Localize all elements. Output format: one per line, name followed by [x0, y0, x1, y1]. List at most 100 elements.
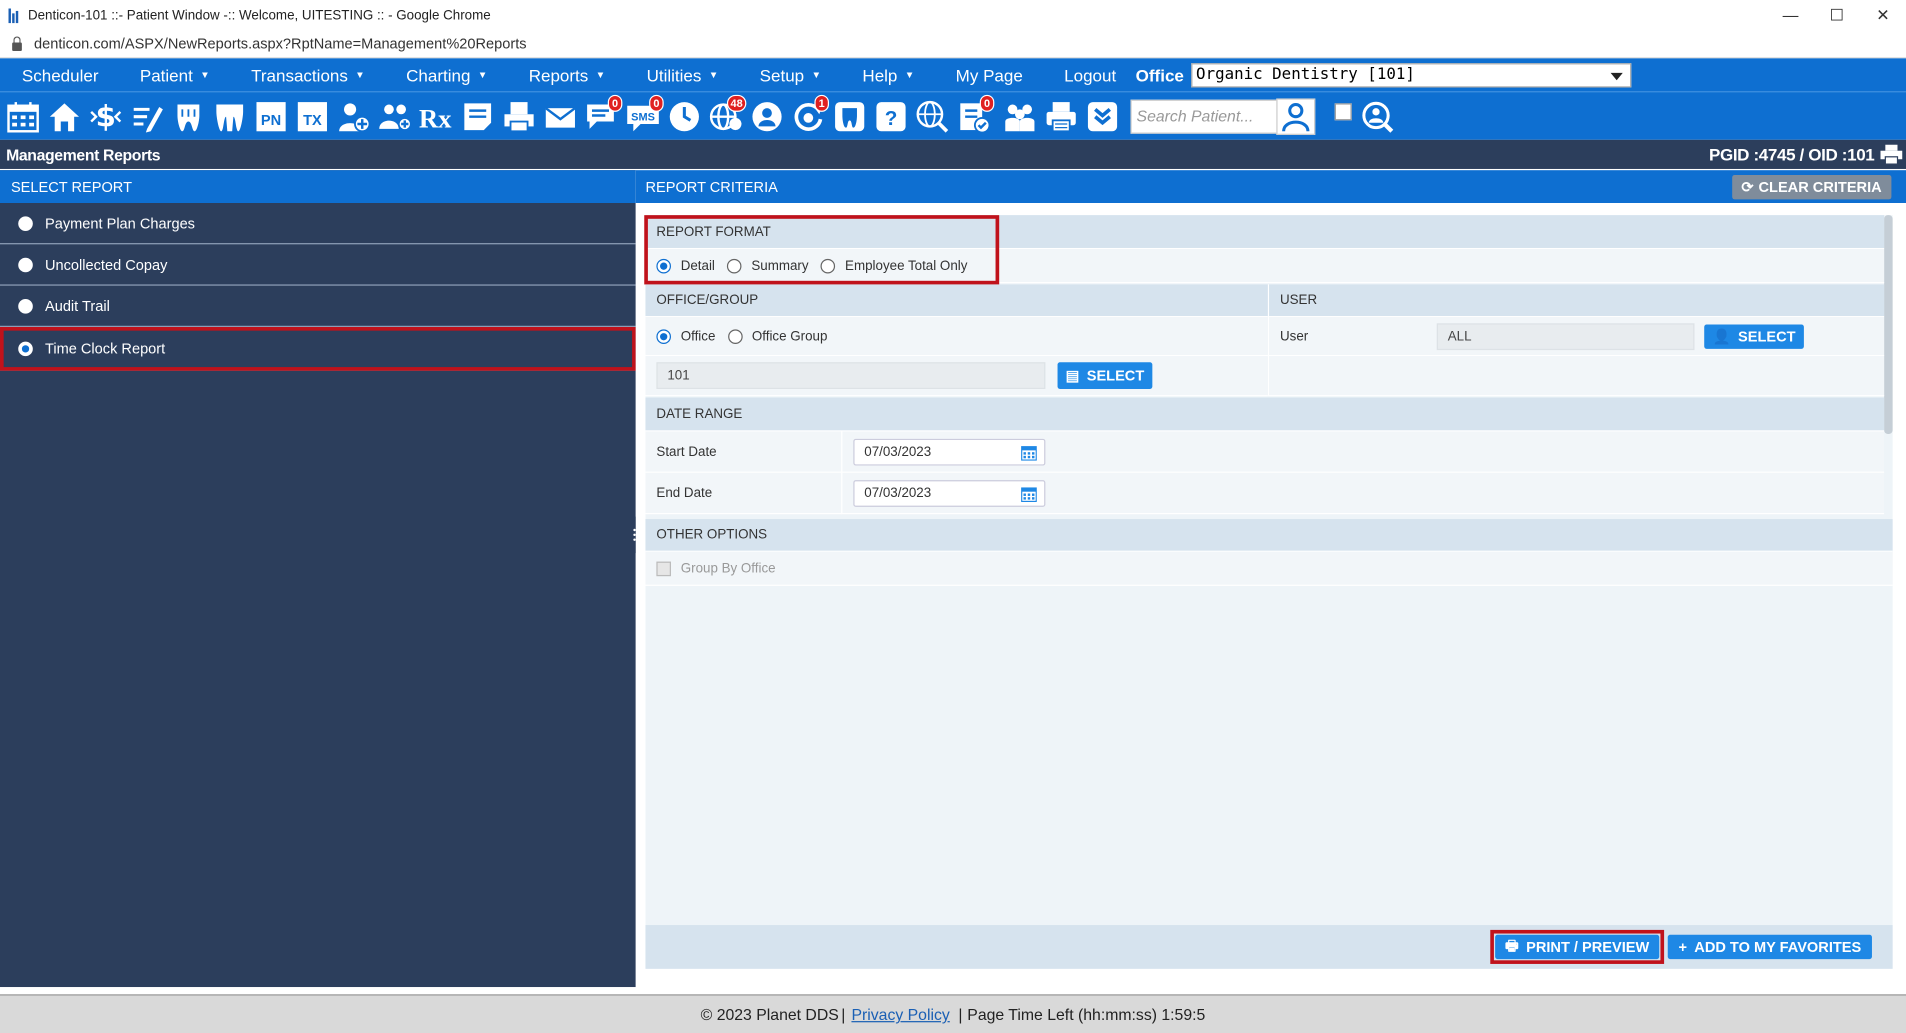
window-titlebar: Denticon-101 ::- Patient Window -:: Welc… [0, 0, 1906, 31]
format-summary-option[interactable]: Summary [727, 258, 809, 273]
page-footer: © 2023 Planet DDS | Privacy Policy | Pag… [0, 994, 1906, 1033]
calendar-icon[interactable] [5, 97, 41, 136]
radio-icon[interactable] [727, 258, 742, 273]
report-item-time-clock-report[interactable]: Time Clock Report [0, 326, 636, 371]
menu-label: Logout [1064, 65, 1117, 85]
people-icon[interactable] [1002, 97, 1038, 136]
globe-search-icon[interactable] [914, 97, 950, 136]
toolbar-checkbox[interactable] [1334, 103, 1352, 121]
office-value-field[interactable]: 101 [656, 362, 1046, 389]
office-option[interactable]: Office [656, 328, 716, 344]
start-date-row: Start Date 07/03/2023 [645, 430, 1885, 473]
scrollbar[interactable] [1884, 215, 1893, 434]
clear-criteria-button[interactable]: ⟳ CLEAR CRITERIA [1731, 175, 1892, 200]
office-select-button[interactable]: ▤ SELECT [1057, 362, 1153, 389]
maximize-button[interactable]: ☐ [1814, 0, 1860, 30]
start-date-input[interactable]: 07/03/2023 [853, 438, 1046, 465]
teeth-icon[interactable] [212, 97, 248, 136]
radio-icon[interactable] [18, 340, 33, 356]
option-label: Office [680, 328, 716, 344]
url-text[interactable]: denticon.com/ASPX/NewReports.aspx?RptNam… [34, 35, 527, 52]
user-value-field[interactable]: ALL [1436, 322, 1695, 350]
calendar-icon[interactable] [1021, 486, 1037, 502]
add-to-favorites-label: ADD TO MY FAVORITES [1694, 938, 1862, 956]
menu-charting[interactable]: Charting ▼ [384, 65, 487, 84]
radio-icon[interactable] [656, 258, 671, 273]
close-window-button[interactable]: ✕ [1860, 0, 1906, 30]
address-bar[interactable]: denticon.com/ASPX/NewReports.aspx?RptNam… [0, 30, 1906, 59]
refresh-alert-icon[interactable]: 1 [790, 94, 830, 136]
menu-patient[interactable]: Patient ▼ [118, 65, 210, 84]
menu-my-page[interactable]: My Page [934, 65, 1023, 84]
radio-icon[interactable] [820, 258, 836, 273]
select-label: SELECT [1738, 327, 1796, 345]
clock-icon[interactable] [666, 97, 702, 136]
window-title: Denticon-101 ::- Patient Window -:: Welc… [27, 7, 491, 23]
family-icon[interactable] [377, 97, 413, 136]
privacy-policy-link[interactable]: Privacy Policy [851, 1005, 949, 1023]
criteria-body: REPORT FORMAT Detail Summary Employee To… [644, 215, 1893, 969]
format-detail-option[interactable]: Detail [656, 258, 715, 273]
rx-text: Rx [419, 103, 452, 133]
printer-form-icon[interactable] [501, 97, 537, 136]
menu-reports[interactable]: Reports ▼ [507, 65, 606, 84]
patient-search-icon[interactable] [1276, 97, 1316, 135]
checklist-icon[interactable]: 0 [955, 94, 995, 136]
report-item-payment-plan-charges[interactable]: Payment Plan Charges [0, 203, 636, 245]
mail-icon[interactable] [542, 97, 578, 136]
globe-badge: 48 [726, 94, 747, 112]
print-icon[interactable] [1043, 97, 1079, 136]
group-by-office-checkbox[interactable] [656, 560, 671, 576]
radio-icon[interactable] [18, 298, 33, 314]
edit-notes-icon[interactable] [129, 97, 165, 136]
radio-icon[interactable] [656, 328, 671, 344]
menu-logout[interactable]: Logout [1042, 65, 1116, 84]
add-to-favorites-button[interactable]: + ADD TO MY FAVORITES [1667, 934, 1872, 960]
menu-help[interactable]: Help ▼ [841, 65, 914, 84]
date-range-label: DATE RANGE [656, 406, 743, 422]
add-patient-icon[interactable] [335, 97, 371, 136]
radio-icon[interactable] [18, 215, 33, 231]
list-icon: ▤ [1065, 367, 1080, 385]
notes-icon[interactable] [459, 97, 495, 136]
radio-icon[interactable] [18, 257, 33, 272]
support-icon[interactable] [749, 97, 785, 136]
menu-utilities[interactable]: Utilities ▼ [625, 65, 719, 84]
help-icon[interactable]: ? [873, 97, 909, 136]
tx-icon[interactable]: TX [294, 97, 330, 136]
message-icon[interactable]: 0 [583, 94, 623, 136]
rx-icon[interactable]: Rx [418, 97, 454, 136]
globe-icon[interactable]: 48 [707, 94, 747, 136]
menu-transactions[interactable]: Transactions ▼ [229, 65, 365, 84]
page-print-icon[interactable] [1880, 144, 1903, 165]
office-group-option[interactable]: Office Group [727, 328, 827, 344]
search-patient-input[interactable]: Search Patient... [1130, 99, 1279, 134]
report-format-options: Detail Summary Employee Total Only [645, 249, 1885, 284]
icon-toolbar: $ PN TX Rx 0 SMS 0 48 1 ? 0 Search Patien… [0, 91, 1906, 140]
home-icon[interactable] [46, 97, 82, 136]
user-select-button[interactable]: 👤 SELECT [1704, 323, 1804, 349]
menu-setup[interactable]: Setup ▼ [738, 65, 821, 84]
sms-icon[interactable]: SMS 0 [625, 94, 664, 136]
format-employee-total-option[interactable]: Employee Total Only [820, 258, 967, 273]
chevron-down-icon[interactable] [1084, 97, 1120, 136]
radio-icon[interactable] [727, 328, 743, 344]
menu-scheduler[interactable]: Scheduler [0, 65, 99, 84]
report-item-audit-trail[interactable]: Audit Trail [0, 286, 636, 327]
print-preview-button[interactable]: 🖶 PRINT / PREVIEW [1495, 934, 1660, 960]
dollar-icon[interactable]: $ [88, 97, 124, 136]
tooth-icon[interactable] [170, 97, 206, 136]
office-select[interactable]: Organic Dentistry [101] [1191, 62, 1632, 87]
calendar-icon[interactable] [1021, 444, 1037, 461]
user-search-icon[interactable] [1359, 97, 1395, 136]
other-options-section: OTHER OPTIONS [645, 519, 1893, 552]
message-badge: 0 [607, 94, 623, 112]
tx-text: TX [303, 113, 322, 129]
report-item-uncollected-copay[interactable]: Uncollected Copay [0, 244, 636, 286]
minimize-button[interactable]: — [1767, 0, 1813, 30]
end-date-input[interactable]: 07/03/2023 [853, 479, 1046, 507]
menu-label: My Page [955, 65, 1023, 85]
report-item-label: Time Clock Report [44, 339, 166, 357]
pn-icon[interactable]: PN [253, 97, 289, 136]
tooth-outline-icon[interactable] [831, 97, 867, 136]
